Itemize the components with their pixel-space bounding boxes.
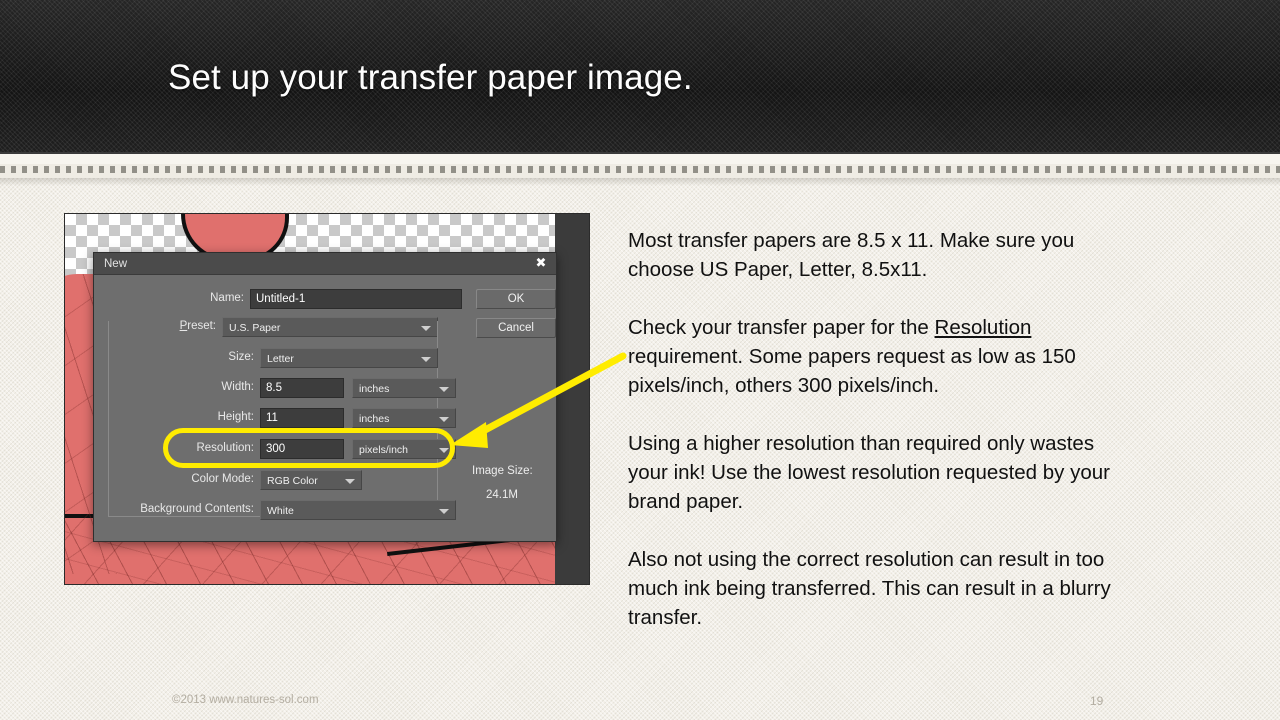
color-mode-label: Color Mode:	[191, 473, 254, 485]
paragraph-2-before: Check your transfer paper for the	[628, 316, 935, 339]
height-units-value: inches	[359, 413, 390, 425]
resolution-units-select[interactable]: pixels/inch	[352, 439, 456, 459]
image-size-value: 24.1M	[486, 489, 518, 501]
chevron-down-icon	[439, 417, 449, 422]
height-row: Height:	[194, 408, 254, 428]
stitch-line	[0, 166, 1280, 173]
size-label: Size:	[228, 351, 254, 363]
color-mode-row: Color Mode:	[168, 470, 254, 490]
resolution-label: Resolution:	[196, 442, 254, 454]
preset-groupbox-left-tick	[108, 321, 109, 329]
resolution-units-value: pixels/inch	[359, 444, 409, 456]
body-copy: Most transfer papers are 8.5 x 11. Make …	[628, 226, 1138, 632]
size-row: Size:	[204, 348, 254, 368]
background-contents-select[interactable]: White	[260, 500, 456, 520]
preset-groupbox-right-tick	[437, 321, 438, 329]
name-input[interactable]: Untitled-1	[250, 289, 462, 309]
background-contents-row: Background Contents:	[104, 500, 254, 520]
size-select[interactable]: Letter	[260, 348, 438, 368]
paragraph-3: Using a higher resolution than required …	[628, 432, 1111, 513]
paragraph-2-after: requirement. Some papers request as low …	[628, 345, 1076, 397]
width-row: Width:	[194, 378, 254, 398]
name-row: Name:	[184, 289, 244, 309]
chevron-down-icon	[439, 448, 449, 453]
footer-copyright: ©2013 www.natures-sol.com	[172, 694, 319, 706]
background-contents-label: Background Contents:	[140, 503, 254, 515]
ok-button[interactable]: OK	[476, 289, 556, 309]
chevron-down-icon	[439, 509, 449, 514]
resolution-emphasis: Resolution	[934, 316, 1032, 339]
dialog-titlebar: New ✖	[94, 253, 556, 275]
background-contents-value: White	[267, 505, 294, 517]
close-icon[interactable]: ✖	[534, 256, 548, 270]
new-document-dialog: New ✖ Name: Untitled-1 OK Preset: U.S. P…	[93, 252, 557, 542]
dialog-title: New	[104, 258, 128, 270]
resolution-input[interactable]: 300	[260, 439, 344, 459]
width-units-select[interactable]: inches	[352, 378, 456, 398]
page-number: 19	[1090, 694, 1104, 708]
stitched-divider	[0, 152, 1280, 178]
width-label: Width:	[221, 381, 254, 393]
image-size-label: Image Size:	[472, 465, 533, 477]
width-units-value: inches	[359, 383, 390, 395]
height-label: Height:	[217, 411, 254, 423]
height-input[interactable]: 11	[260, 408, 344, 428]
paragraph-4: Also not using the correct resolution ca…	[628, 548, 1111, 629]
chevron-down-icon	[421, 357, 431, 362]
dialog-body: Name: Untitled-1 OK Preset: U.S. Paper C…	[94, 275, 556, 542]
color-mode-select[interactable]: RGB Color	[260, 470, 362, 490]
paragraph-2: Check your transfer paper for the Resolu…	[628, 313, 1138, 400]
slide-banner: Set up your transfer paper image.	[0, 0, 1280, 152]
resolution-row: Resolution:	[172, 439, 254, 459]
photoshop-screenshot: New ✖ Name: Untitled-1 OK Preset: U.S. P…	[64, 213, 590, 585]
chevron-down-icon	[439, 387, 449, 392]
cancel-button[interactable]: Cancel	[476, 318, 556, 338]
chevron-down-icon	[345, 479, 355, 484]
height-units-select[interactable]: inches	[352, 408, 456, 428]
name-label: Name:	[210, 292, 244, 304]
color-mode-value: RGB Color	[267, 475, 318, 487]
page-title: Set up your transfer paper image.	[168, 58, 693, 97]
canvas-gutter	[555, 214, 589, 584]
stitch-shadow	[0, 178, 1280, 186]
size-value: Letter	[267, 353, 294, 365]
paragraph-1: Most transfer papers are 8.5 x 11. Make …	[628, 229, 1075, 281]
width-input[interactable]: 8.5	[260, 378, 344, 398]
